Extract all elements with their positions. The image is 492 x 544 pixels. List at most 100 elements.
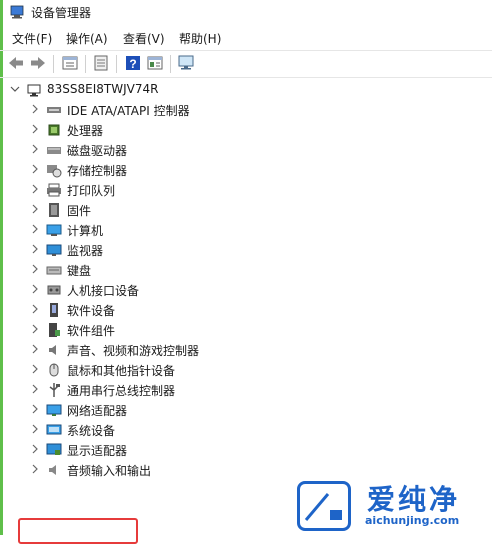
tree-item-label: 监视器 xyxy=(67,244,104,258)
chevron-right-icon[interactable] xyxy=(30,243,40,255)
tree-item-processor[interactable]: 处理器 xyxy=(0,120,492,140)
chevron-down-icon[interactable] xyxy=(10,83,20,95)
chevron-right-icon[interactable] xyxy=(30,203,40,215)
tree-item-mouse[interactable]: 鼠标和其他指针设备 xyxy=(0,360,492,380)
chevron-right-icon[interactable] xyxy=(30,123,40,135)
tree-item-label: 人机接口设备 xyxy=(67,284,140,298)
tree-item-label: 声音、视频和游戏控制器 xyxy=(67,344,200,358)
tree-item-ide-controller[interactable]: IDE ATA/ATAPI 控制器 xyxy=(0,100,492,120)
tree-item-label: 显示适配器 xyxy=(67,444,128,458)
chevron-right-icon[interactable] xyxy=(30,463,40,475)
tree-item-label: 鼠标和其他指针设备 xyxy=(67,364,176,378)
chevron-right-icon[interactable] xyxy=(30,383,40,395)
tree-item-label: 软件设备 xyxy=(67,304,116,318)
chevron-right-icon[interactable] xyxy=(30,223,40,235)
computer-icon xyxy=(46,224,62,236)
tree-item-label: 网络适配器 xyxy=(67,404,128,418)
tree-item-disk-drive[interactable]: 磁盘驱动器 xyxy=(0,140,492,160)
toolbar: ? xyxy=(0,50,492,78)
tree-item-hid[interactable]: 人机接口设备 xyxy=(0,280,492,300)
device-tree: 83SS8EI8TWJV74R IDE ATA/ATAPI 控制器 处理器磁盘驱动… xyxy=(0,80,492,544)
tree-item-printer[interactable]: 打印队列 xyxy=(0,180,492,200)
tree-item-label: 磁盘驱动器 xyxy=(67,144,128,158)
tree-item-label: 通用串行总线控制器 xyxy=(67,384,176,398)
properties-icon[interactable] xyxy=(61,54,79,72)
chevron-right-icon[interactable] xyxy=(30,423,40,435)
keyboard-icon xyxy=(46,266,62,275)
watermark-title: 爱纯净 xyxy=(367,483,461,516)
chevron-right-icon[interactable] xyxy=(30,103,40,115)
menu-view[interactable]: 查看(V) xyxy=(123,30,165,47)
root-label: 83SS8EI8TWJV74R xyxy=(47,82,159,96)
tree-item-label: IDE ATA/ATAPI 控制器 xyxy=(67,104,190,118)
toolbar-separator xyxy=(116,55,117,73)
tree-item-monitor[interactable]: 监视器 xyxy=(0,240,492,260)
tree-item-computer[interactable]: 计算机 xyxy=(0,220,492,240)
tree-item-label: 打印队列 xyxy=(67,184,116,198)
tree-item-label: 键盘 xyxy=(67,264,92,278)
tree-item-label: 系统设备 xyxy=(67,424,116,438)
chevron-right-icon[interactable] xyxy=(30,363,40,375)
disk-drive-icon xyxy=(47,147,61,154)
svg-text:?: ? xyxy=(129,57,136,71)
monitor-icon xyxy=(46,244,62,256)
chevron-right-icon[interactable] xyxy=(30,443,40,455)
chevron-right-icon[interactable] xyxy=(30,323,40,335)
highlight-box xyxy=(18,518,138,544)
back-arrow-icon[interactable] xyxy=(7,54,25,72)
chevron-right-icon[interactable] xyxy=(30,303,40,315)
tree-item-keyboard[interactable]: 键盘 xyxy=(0,260,492,280)
usb-icon xyxy=(49,383,60,397)
device-manager-icon xyxy=(10,5,24,19)
tree-root[interactable]: 83SS8EI8TWJV74R xyxy=(0,80,492,100)
processor-icon xyxy=(48,124,60,136)
audio-io-icon xyxy=(49,465,56,475)
menu-help[interactable]: 帮助(H) xyxy=(179,30,221,47)
toolbar-separator xyxy=(53,55,54,73)
tree-item-label: 音频输入和输出 xyxy=(67,464,152,478)
chevron-right-icon[interactable] xyxy=(30,403,40,415)
menu-file[interactable]: 文件(F) xyxy=(12,30,52,47)
toolbar-separator xyxy=(85,55,86,73)
tree-item-usb[interactable]: 通用串行总线控制器 xyxy=(0,380,492,400)
software-device-icon xyxy=(50,303,58,317)
chevron-right-icon[interactable] xyxy=(30,163,40,175)
watermark-url: aichunjing.com xyxy=(365,514,460,527)
view-icon[interactable] xyxy=(146,54,164,72)
computer-root-icon xyxy=(27,84,41,97)
system-device-icon xyxy=(46,424,62,435)
watermark: 爱纯净 aichunjing.com xyxy=(297,476,492,535)
device-list-icon[interactable] xyxy=(92,54,110,72)
chevron-right-icon[interactable] xyxy=(30,343,40,355)
tree-item-sound[interactable]: 声音、视频和游戏控制器 xyxy=(0,340,492,360)
tree-item-firmware[interactable]: 固件 xyxy=(0,200,492,220)
forward-arrow-icon[interactable] xyxy=(29,54,47,72)
menu-bar: 文件(F) 操作(A) 查看(V) 帮助(H) xyxy=(0,28,492,48)
ide-controller-icon xyxy=(47,107,61,113)
network-adapter-icon xyxy=(46,404,62,416)
tree-item-label: 计算机 xyxy=(67,224,104,238)
chevron-right-icon[interactable] xyxy=(30,183,40,195)
chevron-right-icon[interactable] xyxy=(30,283,40,295)
chevron-right-icon[interactable] xyxy=(30,143,40,155)
tree-item-label: 处理器 xyxy=(67,124,104,138)
tree-item-software-component[interactable]: 软件组件 xyxy=(0,320,492,340)
title-bar: 设备管理器 xyxy=(0,0,492,26)
tree-item-label: 固件 xyxy=(67,204,92,218)
tree-item-display-adapter[interactable]: 显示适配器 xyxy=(0,440,492,460)
tree-item-system-device[interactable]: 系统设备 xyxy=(0,420,492,440)
window-title: 设备管理器 xyxy=(31,6,92,20)
monitor-icon[interactable] xyxy=(177,54,195,72)
tree-item-label: 软件组件 xyxy=(67,324,116,338)
watermark-logo-icon xyxy=(297,481,351,531)
tree-item-storage-controller[interactable]: 存储控制器 xyxy=(0,160,492,180)
hid-icon xyxy=(47,285,61,295)
firmware-icon xyxy=(49,203,59,217)
tree-item-network-adapter[interactable]: 网络适配器 xyxy=(0,400,492,420)
help-icon[interactable]: ? xyxy=(124,54,142,72)
menu-action[interactable]: 操作(A) xyxy=(66,30,108,47)
chevron-right-icon[interactable] xyxy=(30,263,40,275)
display-adapter-icon xyxy=(46,443,62,455)
tree-item-software-device[interactable]: 软件设备 xyxy=(0,300,492,320)
sound-icon xyxy=(49,345,56,355)
